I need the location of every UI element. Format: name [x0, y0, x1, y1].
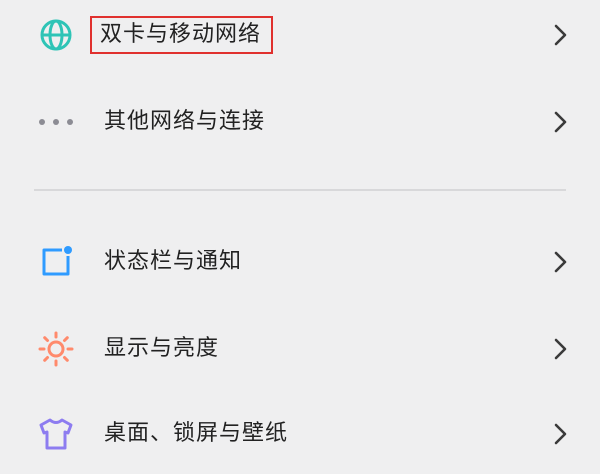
settings-item-status-bar-notifications[interactable]: 状态栏与通知 — [0, 222, 600, 302]
chevron-right-icon — [548, 337, 572, 361]
more-dots-icon — [36, 102, 76, 142]
settings-item-label: 桌面、锁屏与壁纸 — [104, 421, 289, 446]
settings-item-label: 其他网络与连接 — [104, 109, 266, 134]
settings-item-label: 状态栏与通知 — [104, 249, 243, 274]
settings-item-display-brightness[interactable]: 显示与亮度 — [0, 309, 600, 389]
settings-item-label: 显示与亮度 — [104, 336, 220, 361]
settings-item-label: 双卡与移动网络 — [89, 16, 274, 54]
section-divider — [34, 189, 566, 191]
sun-icon — [36, 329, 76, 369]
globe-icon — [36, 15, 76, 55]
settings-item-dual-sim-mobile-network[interactable]: 双卡与移动网络 — [0, 0, 600, 75]
shirt-icon — [36, 414, 76, 454]
settings-list: 双卡与移动网络 其他网络与连接 状态栏与通知 显示与亮度 桌面、锁屏与壁纸 — [0, 0, 600, 450]
notification-square-icon — [36, 242, 76, 282]
settings-item-desktop-lockscreen-wallpaper[interactable]: 桌面、锁屏与壁纸 — [0, 394, 600, 474]
settings-item-other-networks[interactable]: 其他网络与连接 — [0, 82, 600, 162]
chevron-right-icon — [548, 422, 572, 446]
chevron-right-icon — [548, 250, 572, 274]
chevron-right-icon — [548, 23, 572, 47]
chevron-right-icon — [548, 110, 572, 134]
